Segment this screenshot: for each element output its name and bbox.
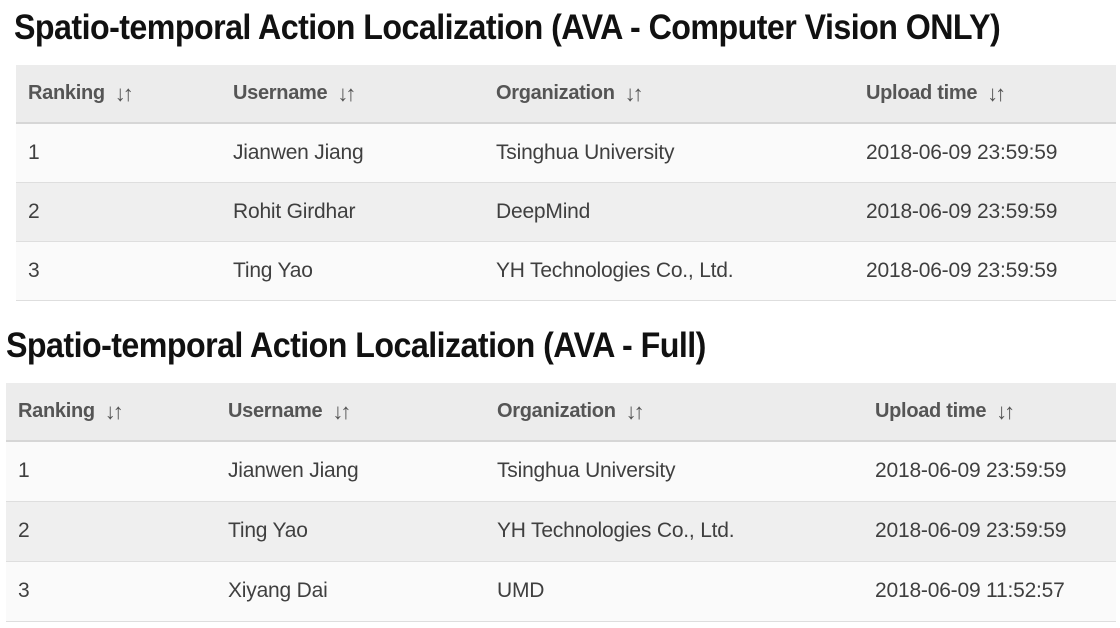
column-label: Organization [497, 400, 616, 422]
cell-ranking: 3 [16, 241, 221, 301]
cell-username: Rohit Girdhar [221, 182, 484, 242]
table-row: 2 Ting Yao YH Technologies Co., Ltd. 201… [6, 501, 1116, 562]
column-header-ranking[interactable]: Ranking ↓↑ [16, 65, 221, 124]
cell-ranking: 2 [6, 501, 216, 562]
sort-arrows-icon[interactable]: ↓↑ [987, 81, 1006, 107]
cell-upload-time: 2018-06-09 23:59:59 [863, 441, 1116, 502]
cell-organization: YH Technologies Co., Ltd. [484, 241, 854, 301]
column-header-upload-time[interactable]: Upload time ↓↑ [854, 65, 1116, 124]
cell-organization: DeepMind [484, 182, 854, 242]
leaderboard-table-full: Ranking ↓↑ Username ↓↑ Organization ↓↑ Uplo… [6, 383, 1116, 622]
column-label: Upload time [866, 82, 978, 104]
table-header-row: Ranking ↓↑ Username ↓↑ Organization ↓↑ Uplo… [16, 65, 1116, 124]
cell-ranking: 3 [6, 561, 216, 622]
cell-upload-time: 2018-06-09 11:52:57 [863, 561, 1116, 622]
column-label: Organization [496, 82, 615, 104]
column-header-upload-time[interactable]: Upload time ↓↑ [863, 383, 1116, 442]
column-header-username[interactable]: Username ↓↑ [221, 65, 484, 124]
cell-organization: YH Technologies Co., Ltd. [485, 501, 863, 562]
cell-organization: Tsinghua University [485, 441, 863, 502]
table-row: 3 Ting Yao YH Technologies Co., Ltd. 201… [16, 241, 1116, 301]
table-row: 3 Xiyang Dai UMD 2018-06-09 11:52:57 [6, 561, 1116, 622]
cell-organization: UMD [485, 561, 863, 622]
cell-upload-time: 2018-06-09 23:59:59 [854, 123, 1116, 183]
column-label: Ranking [28, 82, 105, 104]
column-header-organization[interactable]: Organization ↓↑ [485, 383, 863, 442]
section-title-cv-only: Spatio-temporal Action Localization (AVA… [14, 8, 1001, 47]
cell-ranking: 1 [16, 123, 221, 183]
column-label: Upload time [875, 400, 987, 422]
table-row: 1 Jianwen Jiang Tsinghua University 2018… [6, 441, 1116, 502]
sort-arrows-icon[interactable]: ↓↑ [626, 399, 645, 425]
column-label: Username [233, 82, 328, 104]
cell-upload-time: 2018-06-09 23:59:59 [854, 182, 1116, 242]
table-row: 2 Rohit Girdhar DeepMind 2018-06-09 23:5… [16, 182, 1116, 242]
cell-username: Jianwen Jiang [221, 123, 484, 183]
table-row: 1 Jianwen Jiang Tsinghua University 2018… [16, 123, 1116, 183]
section-title-full: Spatio-temporal Action Localization (AVA… [6, 326, 706, 365]
column-header-organization[interactable]: Organization ↓↑ [484, 65, 854, 124]
cell-username: Jianwen Jiang [216, 441, 485, 502]
sort-arrows-icon[interactable]: ↓↑ [105, 399, 124, 425]
column-label: Username [228, 400, 323, 422]
cell-username: Ting Yao [221, 241, 484, 301]
sort-arrows-icon[interactable]: ↓↑ [337, 81, 356, 107]
cell-upload-time: 2018-06-09 23:59:59 [854, 241, 1116, 301]
table-header-row: Ranking ↓↑ Username ↓↑ Organization ↓↑ Uplo… [6, 383, 1116, 442]
cell-upload-time: 2018-06-09 23:59:59 [863, 501, 1116, 562]
column-header-ranking[interactable]: Ranking ↓↑ [6, 383, 216, 442]
leaderboard-table-cv-only: Ranking ↓↑ Username ↓↑ Organization ↓↑ Uplo… [16, 65, 1116, 301]
column-header-username[interactable]: Username ↓↑ [216, 383, 485, 442]
sort-arrows-icon[interactable]: ↓↑ [115, 81, 134, 107]
sort-arrows-icon[interactable]: ↓↑ [332, 399, 351, 425]
cell-username: Ting Yao [216, 501, 485, 562]
cell-organization: Tsinghua University [484, 123, 854, 183]
cell-ranking: 2 [16, 182, 221, 242]
cell-ranking: 1 [6, 441, 216, 502]
sort-arrows-icon[interactable]: ↓↑ [625, 81, 644, 107]
column-label: Ranking [18, 400, 95, 422]
cell-username: Xiyang Dai [216, 561, 485, 622]
sort-arrows-icon[interactable]: ↓↑ [996, 399, 1015, 425]
